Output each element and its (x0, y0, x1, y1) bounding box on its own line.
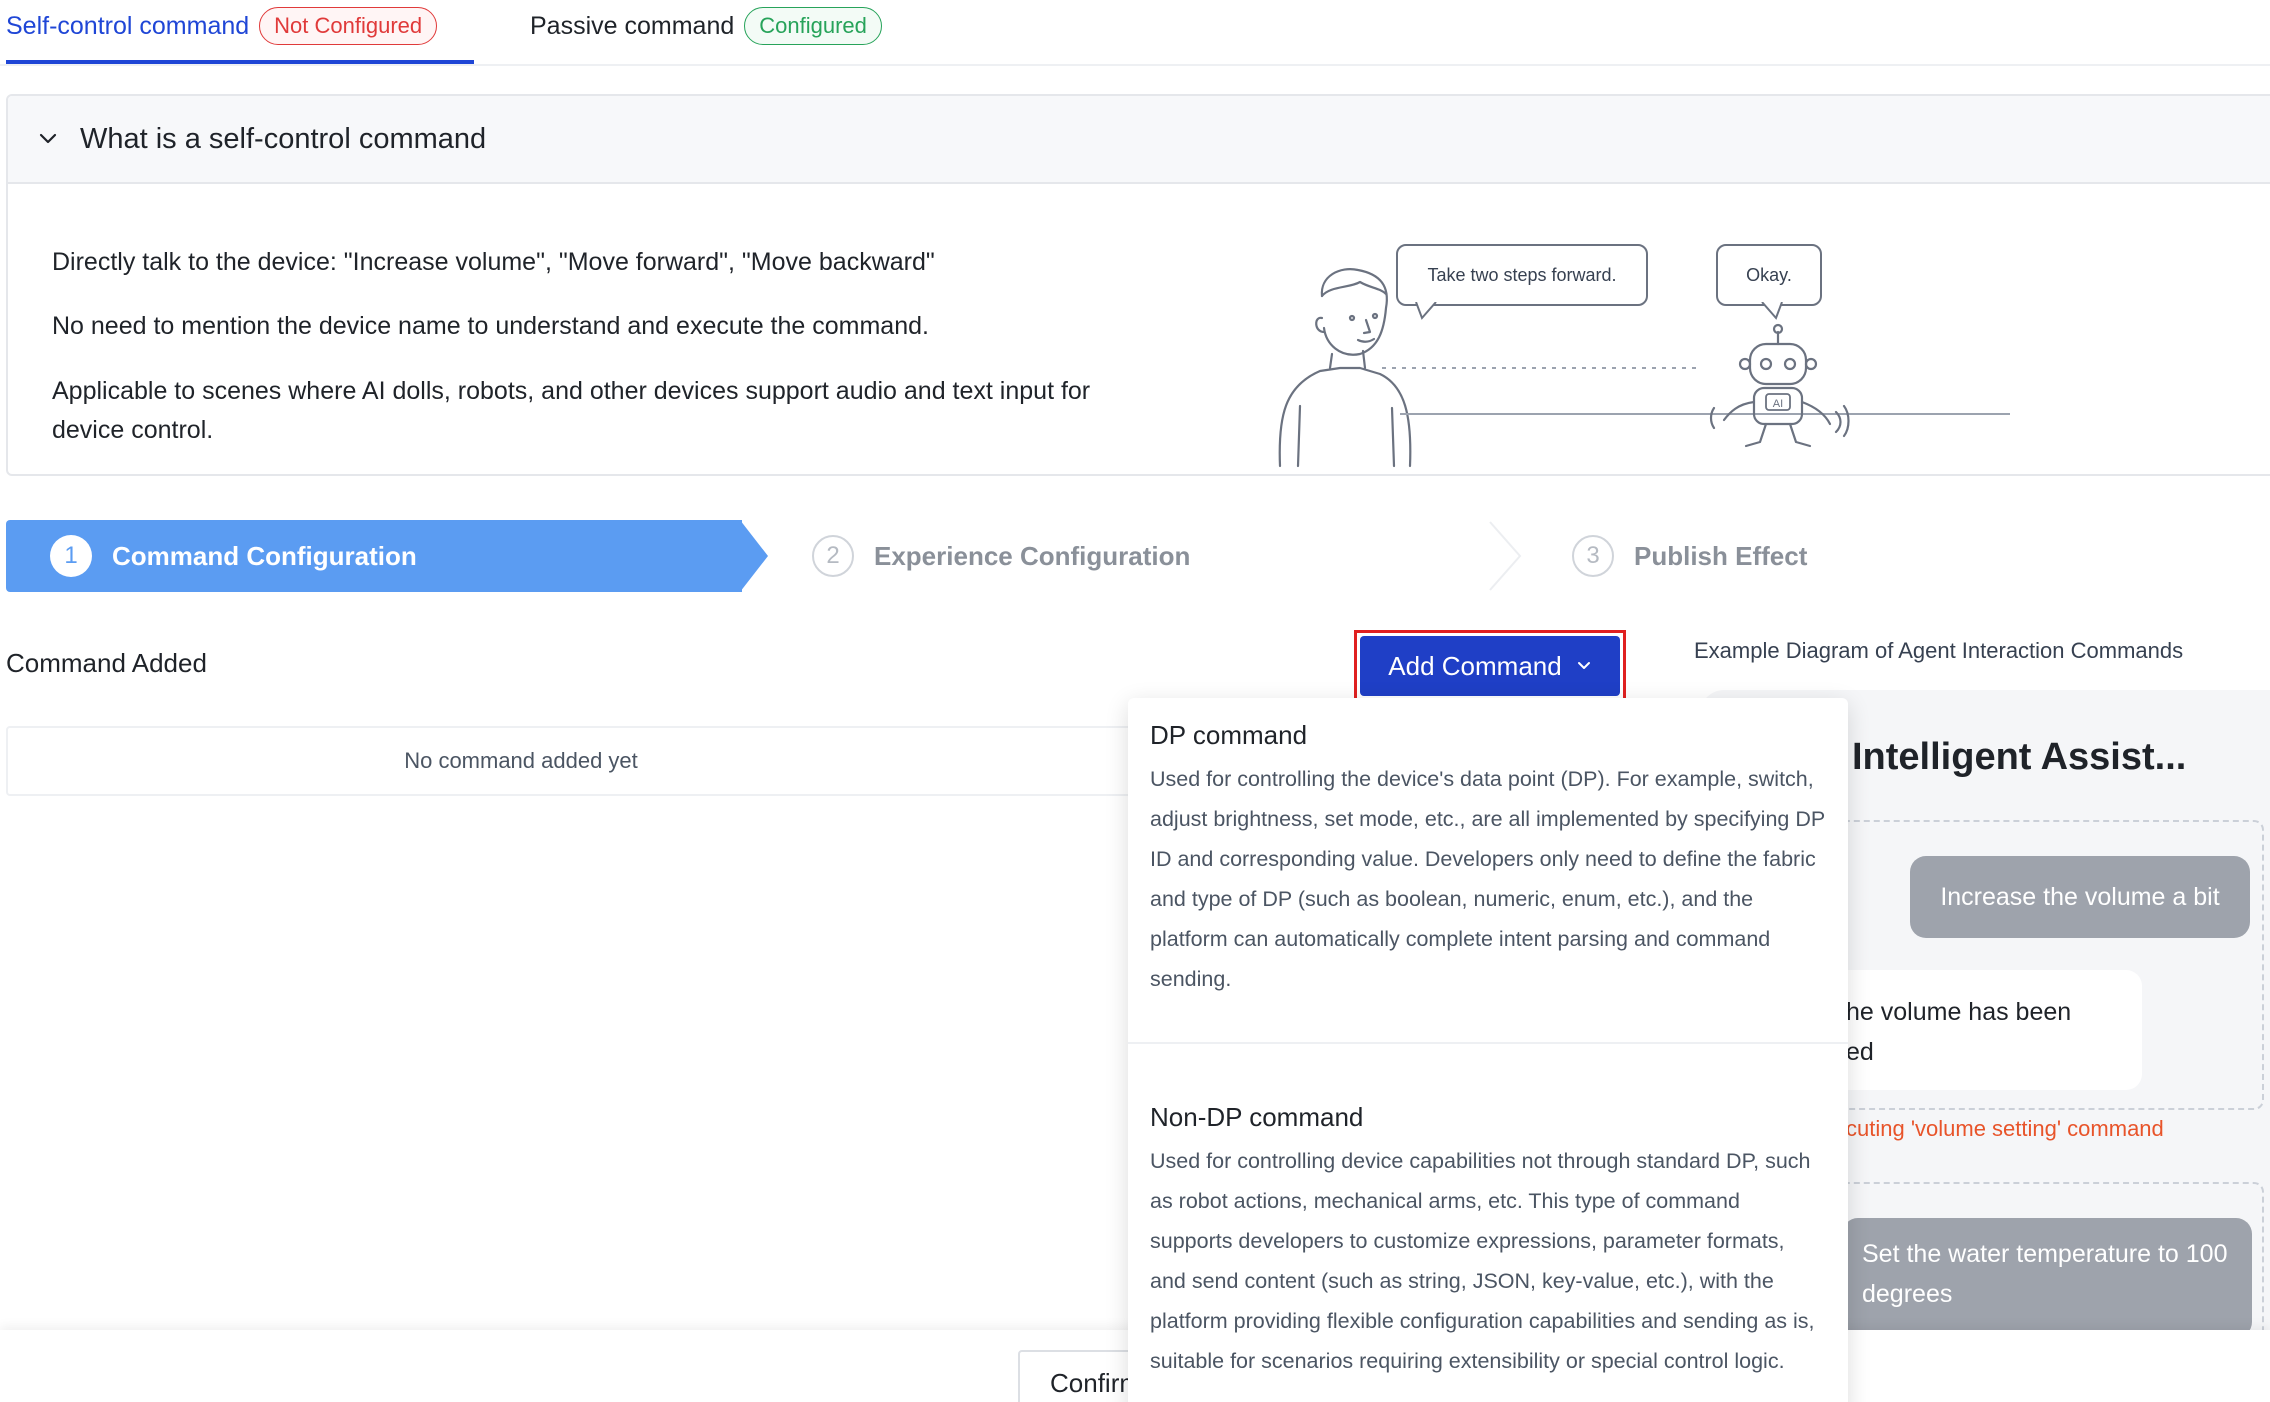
step-label-3: Publish Effect (1634, 540, 1808, 571)
step-separator-icon (1489, 521, 1522, 591)
intro-illustration: AI Take two steps forward. Okay. (1230, 236, 2030, 476)
step-label-2: Experience Configuration (874, 540, 1191, 571)
non-dp-command-description: Used for controlling device capabilities… (1150, 1149, 1815, 1373)
user-message-bubble-1: Increase the volume a bit (1910, 856, 2250, 938)
intro-line-4: device control. (52, 416, 214, 444)
step-command-configuration[interactable]: 1 Command Configuration (6, 520, 742, 592)
add-command-dropdown: DP command Used for controlling the devi… (1128, 698, 1848, 1402)
command-section-title: Command Added (6, 648, 207, 678)
empty-state-text: No command added yet (404, 748, 638, 773)
add-command-label: Add Command (1388, 650, 1562, 681)
intro-line-3: Applicable to scenes where AI dolls, rob… (52, 377, 1091, 405)
tab-self-control[interactable]: Self-control command Not Configured (6, 6, 438, 46)
step-experience-configuration[interactable]: 2 Experience Configuration (812, 520, 1190, 592)
step-progress: 1 Command Configuration 2 Experience Con… (6, 520, 2270, 592)
intro-card-title: What is a self-control command (80, 122, 487, 155)
chevron-down-icon (1577, 662, 1590, 669)
robot-speech-bubble: Okay. (1716, 244, 1822, 306)
tab-active-indicator (6, 60, 474, 64)
dp-command-title: DP command (1150, 720, 1308, 750)
tab-passive-label: Passive command (530, 11, 735, 40)
bot-reply-text: he volume has been ed (1846, 998, 2072, 1066)
tab-passive[interactable]: Passive command Configured (530, 6, 882, 46)
human-bubble-tail-icon (1415, 302, 1437, 320)
executing-command-note: cuting 'volume setting' command (1846, 1116, 2164, 1141)
step-number-3: 3 (1572, 535, 1614, 577)
dropdown-item-non-dp-command[interactable]: Non-DP command Used for controlling devi… (1150, 1102, 1826, 1381)
dropdown-item-dp-command[interactable]: DP command Used for controlling the devi… (1150, 720, 1826, 999)
add-command-button[interactable]: Add Command (1360, 636, 1620, 696)
step-arrow-active (740, 520, 768, 592)
tab-self-control-label: Self-control command (6, 11, 250, 40)
status-badge-not-configured: Not Configured (259, 7, 438, 45)
status-badge-configured: Configured (744, 7, 882, 45)
intro-card-header[interactable]: What is a self-control command (8, 96, 2270, 184)
non-dp-command-title: Non-DP command (1150, 1102, 1364, 1132)
tab-bar: Self-control command Not Configured Pass… (0, 0, 2270, 66)
intro-line-1: Directly talk to the device: "Increase v… (52, 248, 935, 276)
step-publish-effect[interactable]: 3 Publish Effect (1572, 520, 1807, 592)
human-speech-bubble: Take two steps forward. (1396, 244, 1648, 306)
robot-bubble-tail-icon (1761, 302, 1783, 320)
chevron-down-icon[interactable] (38, 129, 58, 149)
user-message-bubble-2: Set the water temperature to 100 degrees (1842, 1218, 2252, 1338)
dropdown-divider (1128, 1042, 1848, 1044)
step-number-1: 1 (50, 535, 92, 577)
intro-line-2: No need to mention the device name to un… (52, 312, 929, 340)
assistant-title: Intelligent Assist... (1852, 736, 2187, 778)
example-diagram-title: Example Diagram of Agent Interaction Com… (1694, 638, 2184, 663)
robot-chest-label: AI (1773, 398, 1783, 410)
step-number-2: 2 (812, 535, 854, 577)
step-label-1: Command Configuration (112, 540, 417, 571)
dp-command-description: Used for controlling the device's data p… (1150, 767, 1825, 991)
command-empty-state: No command added yet (6, 726, 1206, 796)
